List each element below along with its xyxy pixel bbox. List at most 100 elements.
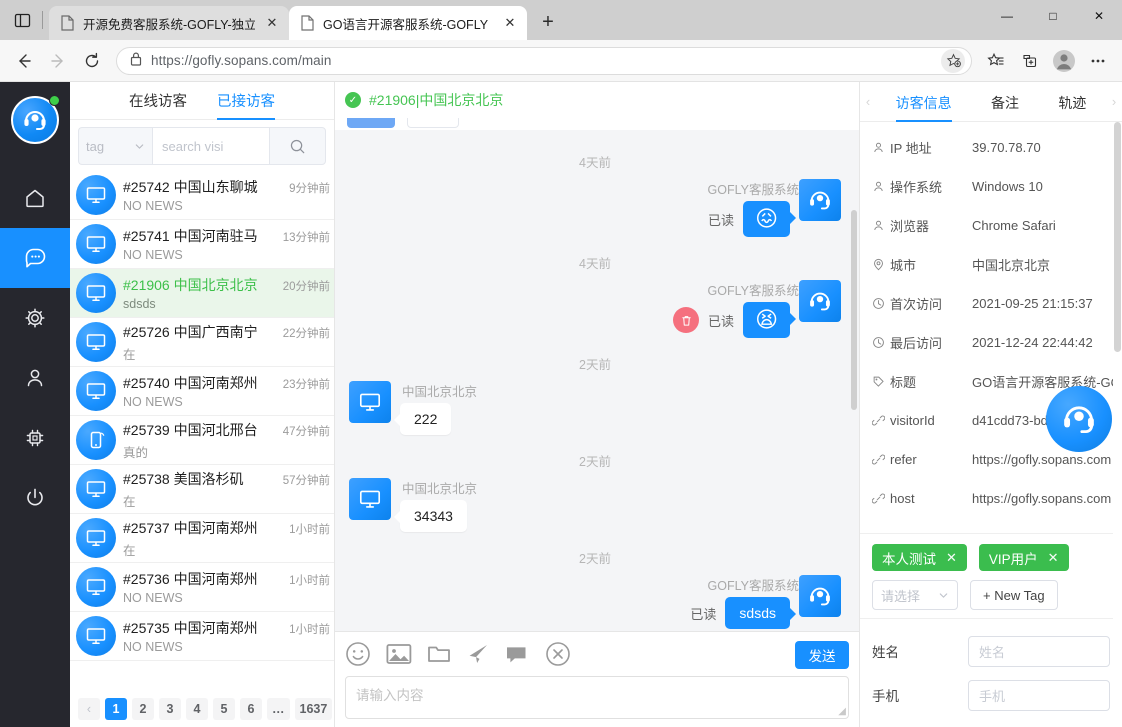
browser-window: 开源免费客服系统-GOFLY-独立部 ✕ GO语言开源客服系统-GOFLY ✕ …	[0, 0, 1122, 727]
visitor-avatar	[349, 381, 391, 424]
visitor-row[interactable]: #25735 中国河南郑州 1小时前 NO NEWS	[70, 612, 334, 661]
page-button-6[interactable]: 6	[240, 698, 262, 720]
form-row-phone: 手机 手机	[872, 673, 1110, 717]
message-list[interactable]: 4天前 GOFLY客服系统 已读 😖 4天前 GOFLY客服系统 已读 😫 2天…	[335, 130, 859, 631]
page-ellipsis[interactable]: …	[267, 698, 290, 720]
visitor-form: 姓名 姓名 手机 手机	[860, 618, 1122, 727]
clock-icon	[873, 298, 884, 309]
browser-tab-1[interactable]: 开源免费客服系统-GOFLY-独立部 ✕	[49, 6, 289, 40]
visitor-search-input[interactable]: search visi	[152, 127, 269, 165]
tab-close-icon[interactable]: ✕	[500, 13, 520, 33]
more-icon[interactable]	[1082, 45, 1114, 77]
visitor-row[interactable]: #25726 中国广西南宁 22分钟前在	[70, 318, 334, 367]
visitor-row[interactable]: #25737 中国河南郑州 1小时前在	[70, 514, 334, 563]
delete-message-icon[interactable]	[673, 307, 700, 334]
page-button-3[interactable]: 3	[159, 698, 181, 720]
visitor-city: 中国广西南宁	[173, 323, 258, 340]
visitor-row[interactable]: #25739 中国河北邢台 47分钟前 真的	[70, 416, 334, 465]
visitor-list[interactable]: #25742 中国山东聊城 9分钟前 NO NEWS #25741 中国河南驻马 13…	[70, 171, 334, 691]
page-button-2[interactable]: 2	[132, 698, 154, 720]
page-prev-button[interactable]: ‹	[78, 698, 100, 720]
rail-item-system[interactable]	[0, 408, 70, 468]
collections-icon[interactable]	[1014, 45, 1046, 77]
tabs-scroll-right-icon[interactable]: ›	[1106, 94, 1122, 109]
image-icon[interactable]	[386, 642, 412, 669]
device-desktop-icon	[76, 322, 116, 362]
page-button-5[interactable]: 5	[213, 698, 235, 720]
quick-action-primary[interactable]	[347, 118, 395, 128]
new-tab-button[interactable]: +	[533, 7, 563, 37]
browser-tab-2[interactable]: GO语言开源客服系统-GOFLY ✕	[289, 6, 527, 40]
close-circle-icon[interactable]	[545, 641, 571, 670]
folder-icon[interactable]	[427, 642, 451, 669]
floating-agent-avatar[interactable]	[1046, 386, 1112, 452]
name-input[interactable]: 姓名	[968, 635, 1110, 667]
rail-item-chat[interactable]	[0, 228, 70, 288]
tag-chip[interactable]: 本人测试 ✕	[872, 544, 967, 571]
info-scrollbar[interactable]	[1113, 122, 1122, 727]
tab-trajectory[interactable]: 轨迹	[1058, 82, 1086, 122]
tag-select[interactable]: 请选择	[872, 580, 958, 610]
quick-action-secondary[interactable]	[407, 118, 459, 128]
visitor-row[interactable]: #25741 中国河南驻马 13分钟前 NO NEWS	[70, 220, 334, 269]
maximize-button[interactable]: □	[1030, 0, 1076, 32]
agent-avatar-wrap[interactable]	[11, 95, 60, 144]
message-bubble[interactable]: sdsds	[725, 597, 796, 630]
rail-item-account[interactable]	[0, 348, 70, 408]
message-bubble[interactable]: 😖	[743, 201, 796, 238]
field-label: host	[890, 491, 915, 506]
link-icon	[872, 493, 885, 504]
close-button[interactable]: ✕	[1076, 0, 1122, 32]
phone-input[interactable]: 手机	[968, 679, 1110, 711]
rail-item-logout[interactable]	[0, 468, 70, 528]
tab-actions-icon[interactable]	[6, 4, 38, 36]
tab-visitor-info[interactable]: 访客信息	[895, 82, 952, 122]
address-bar[interactable]: https://gofly.sopans.com/main	[116, 46, 972, 75]
rail-item-home[interactable]	[0, 168, 70, 228]
minimize-button[interactable]: —	[984, 0, 1030, 32]
tab-online-visitors[interactable]: 在线访客	[129, 82, 187, 120]
tabs-scroll-left-icon[interactable]: ‹	[860, 94, 876, 109]
message-bubble[interactable]: 😫	[743, 302, 796, 339]
page-button-1[interactable]: 1	[105, 698, 127, 720]
page-button-last[interactable]: 1637	[294, 698, 333, 720]
message-bubble[interactable]: 222	[393, 403, 452, 436]
send-button[interactable]: 发送	[795, 641, 849, 669]
resize-grip-icon[interactable]: ◢	[838, 706, 846, 717]
visitor-row[interactable]: #25736 中国河南郑州 1小时前 NO NEWS	[70, 563, 334, 612]
tab-remarks[interactable]: 备注	[991, 82, 1019, 122]
favorite-add-icon[interactable]	[941, 48, 965, 73]
emoji-icon[interactable]	[345, 641, 371, 670]
tag-chip[interactable]: VIP用户 ✕	[978, 544, 1069, 571]
reload-icon[interactable]	[76, 45, 108, 77]
tag-remove-icon[interactable]: ✕	[1048, 550, 1059, 566]
tab-close-icon[interactable]: ✕	[262, 13, 282, 33]
message-bubble[interactable]: 34343	[394, 500, 467, 533]
visitor-search-button[interactable]	[269, 127, 326, 165]
user-icon	[874, 142, 883, 153]
visitor-row[interactable]: #25742 中国山东聊城 9分钟前 NO NEWS	[70, 171, 334, 220]
page-button-4[interactable]: 4	[186, 698, 208, 720]
favorites-icon[interactable]	[980, 45, 1012, 77]
visitor-row-selected[interactable]: #21906 中国北京北京 20分钟前 sdsds	[70, 269, 334, 318]
visitor-row[interactable]: #25738 美国洛杉矶 57分钟前在	[70, 465, 334, 514]
message-incoming: 中国北京北京 34343	[349, 478, 841, 533]
message-scrollbar[interactable]	[851, 210, 857, 410]
back-icon[interactable]	[8, 45, 40, 77]
profile-icon[interactable]	[1048, 45, 1080, 77]
quick-reply-icon[interactable]	[505, 643, 530, 668]
tab-accepted-visitors[interactable]: 已接访客	[217, 82, 275, 120]
message-sender: 中国北京北京	[402, 385, 478, 400]
forward-icon[interactable]	[42, 45, 74, 77]
rail-item-settings[interactable]	[0, 288, 70, 348]
message-input[interactable]: 请输入内容 ◢	[345, 676, 849, 719]
new-tag-button[interactable]: + New Tag	[970, 580, 1058, 610]
tag-filter-select[interactable]: tag	[78, 127, 152, 165]
online-status-dot	[49, 95, 60, 106]
send-plane-icon[interactable]	[466, 642, 490, 669]
visitor-preview: NO NEWS	[123, 199, 183, 213]
info-tabs: ‹ 访客信息 备注 轨迹 ›	[860, 82, 1122, 122]
tag-remove-icon[interactable]: ✕	[946, 550, 957, 566]
scrollbar-thumb[interactable]	[1114, 122, 1121, 352]
visitor-row[interactable]: #25740 中国河南郑州 23分钟前 NO NEWS	[70, 367, 334, 416]
